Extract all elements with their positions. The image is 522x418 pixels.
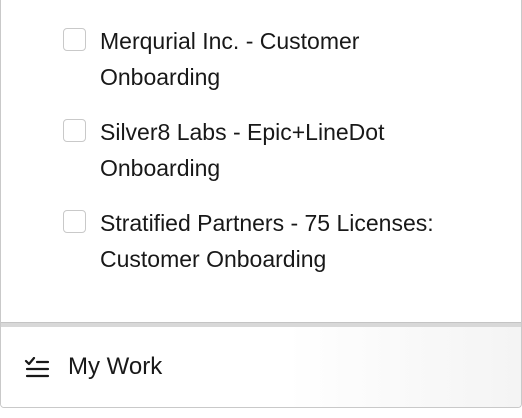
my-work-label: My Work xyxy=(68,353,163,380)
my-work-panel: Merqurial Inc. - Customer Onboarding Sil… xyxy=(0,0,522,408)
task-list-icon xyxy=(24,357,50,378)
task-label[interactable]: Stratified Partners - 75 Licenses: Custo… xyxy=(100,205,480,277)
task-label[interactable]: Silver8 Labs - Epic+LineDot Onboarding xyxy=(100,114,480,186)
task-checkbox[interactable] xyxy=(63,210,86,233)
task-label[interactable]: Merqurial Inc. - Customer Onboarding xyxy=(100,23,480,95)
my-work-footer-button[interactable]: My Work xyxy=(1,327,521,407)
task-checkbox[interactable] xyxy=(63,119,86,142)
task-list: Merqurial Inc. - Customer Onboarding Sil… xyxy=(1,0,521,322)
task-checkbox[interactable] xyxy=(63,28,86,51)
